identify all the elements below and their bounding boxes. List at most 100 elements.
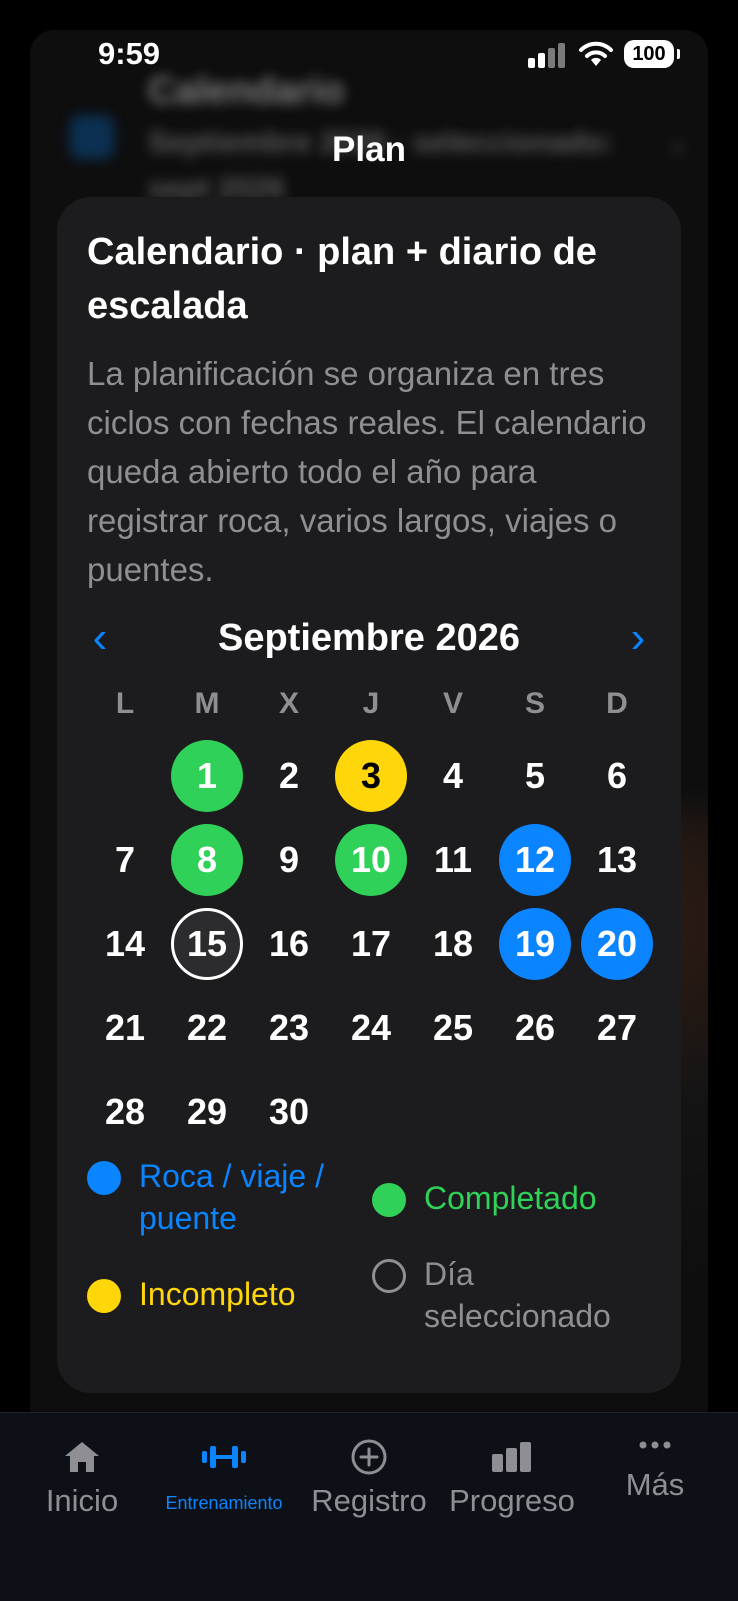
calendar-day[interactable]: 1: [166, 734, 248, 818]
calendar-day[interactable]: 11: [412, 818, 494, 902]
calendar-day[interactable]: 28: [84, 1070, 166, 1154]
calendar-day[interactable]: 7: [84, 818, 166, 902]
calendar-grid: 1 2 3 4 5 6 7 8 9 10 11 12 13 14 15 16 17 18 19 20 21 22 23 24 2…: [84, 734, 658, 1154]
day-number: 12: [499, 824, 571, 896]
calendar-day[interactable]: 30: [248, 1070, 330, 1154]
calendar-day[interactable]: 24: [330, 986, 412, 1070]
calendar-day[interactable]: 29: [166, 1070, 248, 1154]
wifi-icon: [579, 41, 613, 66]
tab-registro[interactable]: Registro: [295, 1413, 443, 1543]
day-number: 16: [268, 923, 310, 964]
day-number: 18: [432, 923, 474, 964]
day-number: 6: [606, 755, 628, 796]
calendar-day[interactable]: 13: [576, 818, 658, 902]
legend-completed: Completado: [372, 1177, 597, 1219]
legend-incomplete-label: Incompleto: [139, 1276, 296, 1312]
tab-label: Registro: [311, 1483, 427, 1518]
legend-selected-label: Día seleccionado: [424, 1256, 611, 1334]
cellular-signal-icon: [528, 42, 568, 68]
calendar-day[interactable]: 17: [330, 902, 412, 986]
legend-trip: Roca / viaje / puente: [87, 1155, 347, 1239]
tab-label: Más: [625, 1467, 685, 1502]
calendar-day[interactable]: 4: [412, 734, 494, 818]
day-number: 8: [171, 824, 243, 896]
day-number: 21: [104, 1007, 146, 1048]
tab-inicio[interactable]: Inicio: [8, 1413, 156, 1543]
day-number: 17: [350, 923, 392, 964]
calendar-day[interactable]: 23: [248, 986, 330, 1070]
day-number: 14: [104, 923, 146, 964]
day-number: 11: [433, 839, 473, 880]
legend-incomplete: Incompleto: [87, 1273, 296, 1315]
calendar-day[interactable]: 5: [494, 734, 576, 818]
day-number: 22: [186, 1007, 228, 1048]
calendar-day[interactable]: 6: [576, 734, 658, 818]
day-number: 9: [278, 839, 300, 880]
weekday-label: M: [194, 687, 220, 720]
status-bar: 9:59 100: [0, 0, 738, 100]
day-number: 29: [186, 1091, 228, 1132]
day-number: 15: [171, 908, 243, 980]
ellipsis-icon: [639, 1441, 671, 1449]
card-description: La planificación se organiza en tres cic…: [87, 355, 647, 588]
tab-label: Progreso: [449, 1483, 575, 1518]
bar-chart-icon: [492, 1442, 531, 1472]
calendar-card: Calendario · plan + diario de escalada L…: [57, 197, 681, 1393]
calendar-day[interactable]: 8: [166, 818, 248, 902]
dumbbell-icon: [202, 1446, 246, 1468]
chevron-right-icon[interactable]: ›: [613, 613, 663, 663]
calendar-day[interactable]: 2: [248, 734, 330, 818]
day-number: 30: [268, 1091, 310, 1132]
tab-label: Inicio: [45, 1483, 119, 1518]
tab-mas[interactable]: Más: [581, 1413, 729, 1543]
day-number: 23: [268, 1007, 310, 1048]
calendar-day[interactable]: 3: [330, 734, 412, 818]
calendar-day[interactable]: 27: [576, 986, 658, 1070]
calendar-day[interactable]: 26: [494, 986, 576, 1070]
weekday-label: S: [524, 687, 545, 720]
calendar-day[interactable]: 19: [494, 902, 576, 986]
tab-entrenamiento[interactable]: Entrenamiento: [150, 1413, 298, 1543]
calendar-day[interactable]: 25: [412, 986, 494, 1070]
page-title: Plan: [332, 130, 406, 169]
house-icon: [65, 1442, 99, 1472]
card-title: Calendario · plan + diario de escalada: [87, 231, 597, 327]
calendar-day[interactable]: 14: [84, 902, 166, 986]
day-number: 5: [524, 755, 546, 796]
calendar-day[interactable]: 15: [166, 902, 248, 986]
legend-trip-label: Roca / viaje / puente: [139, 1158, 324, 1236]
calendar-day[interactable]: 22: [166, 986, 248, 1070]
ring-icon: [372, 1259, 406, 1293]
day-number: 13: [596, 839, 638, 880]
battery-indicator: 100: [624, 40, 680, 68]
calendar-day[interactable]: 20: [576, 902, 658, 986]
month-label: Septiembre 2026: [217, 617, 521, 659]
day-number: 10: [335, 824, 407, 896]
calendar-day[interactable]: 10: [330, 818, 412, 902]
calendar-day[interactable]: 21: [84, 986, 166, 1070]
day-number: 28: [104, 1091, 146, 1132]
month-navigation: ‹ Septiembre 2026 ›: [57, 613, 681, 663]
tab-progreso[interactable]: Progreso: [438, 1413, 586, 1543]
legend-selected: Día seleccionado: [372, 1253, 652, 1337]
blue-dot-icon: [87, 1161, 121, 1195]
day-number: 25: [432, 1007, 474, 1048]
green-dot-icon: [372, 1183, 406, 1217]
tab-label: Entrenamiento: [165, 1493, 283, 1513]
calendar-day[interactable]: 9: [248, 818, 330, 902]
calendar-day[interactable]: 12: [494, 818, 576, 902]
weekday-label: X: [278, 687, 299, 720]
calendar-day[interactable]: 16: [248, 902, 330, 986]
calendar-day[interactable]: 18: [412, 902, 494, 986]
weekday-header: LMXJVSD: [84, 687, 658, 721]
yellow-dot-icon: [87, 1279, 121, 1313]
day-number: 7: [114, 839, 136, 880]
legend-completed-label: Completado: [424, 1180, 597, 1216]
day-number: 19: [499, 908, 571, 980]
weekday-label: D: [606, 687, 628, 720]
weekday-label: J: [362, 687, 380, 720]
day-number: 26: [514, 1007, 556, 1048]
tab-bar: Inicio Entrenamiento Registro Progreso M…: [0, 1412, 738, 1601]
day-number: 1: [171, 740, 243, 812]
day-number: 3: [335, 740, 407, 812]
